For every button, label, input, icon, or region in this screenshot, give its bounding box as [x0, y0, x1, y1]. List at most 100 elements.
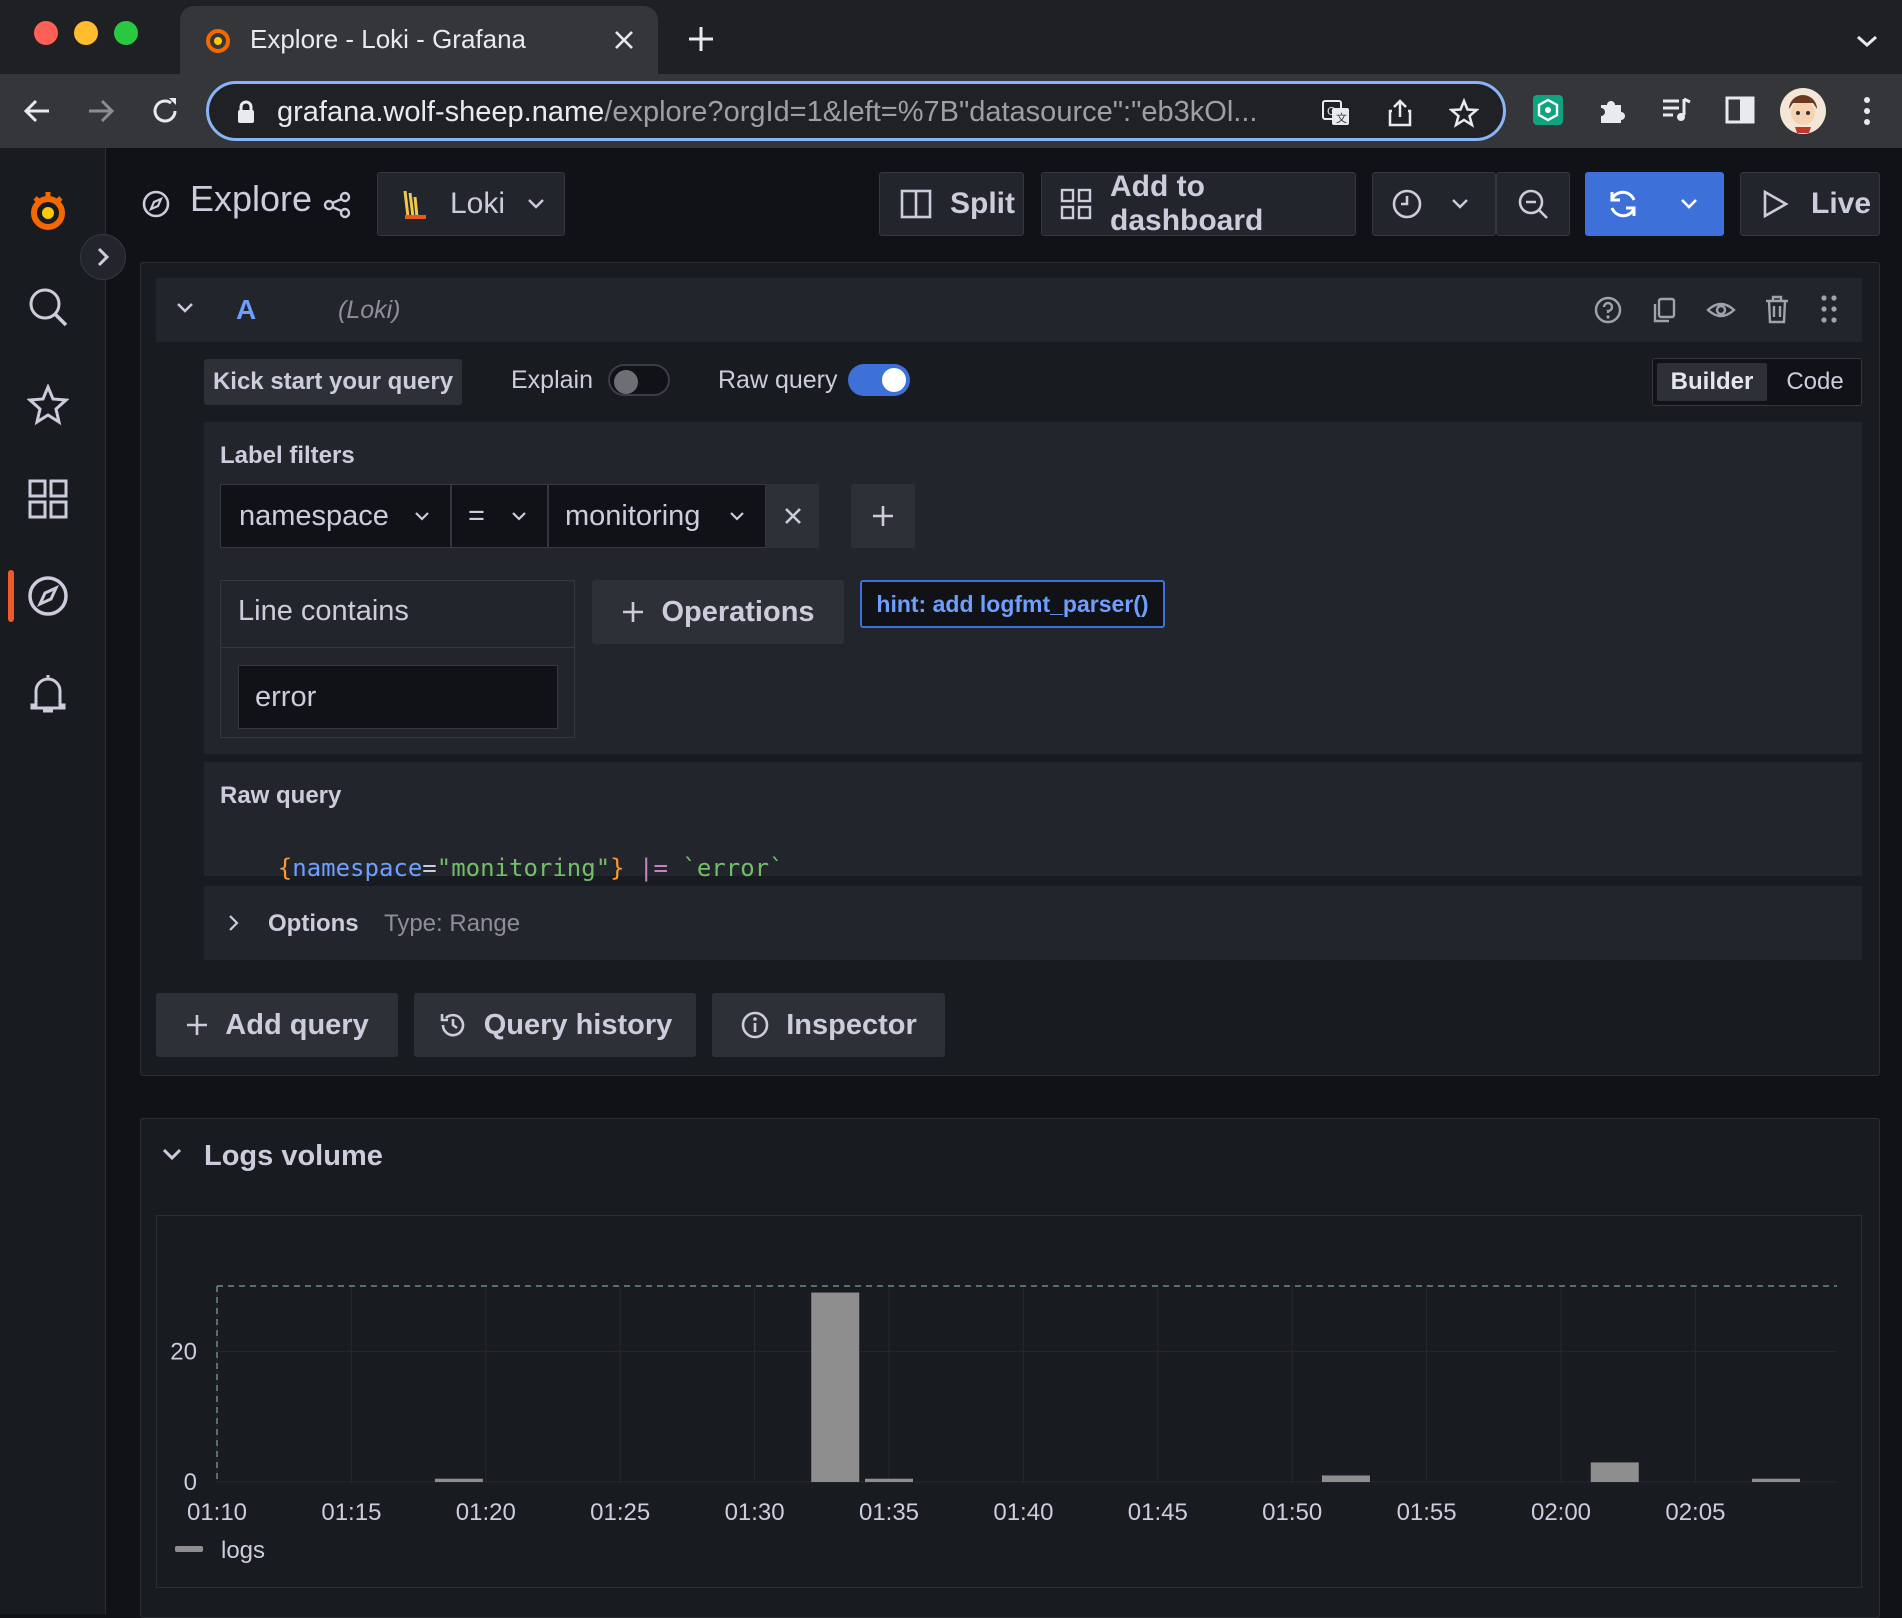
close-tab-icon[interactable]: [610, 26, 638, 54]
x-tick-label: 02:05: [1665, 1499, 1725, 1526]
split-columns-icon: [900, 188, 932, 220]
builder-mode-button[interactable]: Builder: [1657, 363, 1767, 401]
grafana-logo-icon[interactable]: [25, 188, 71, 234]
datasource-picker[interactable]: Loki: [377, 172, 565, 236]
logs-bar: [434, 1478, 483, 1482]
bookmark-star-icon[interactable]: [1447, 96, 1481, 130]
close-window-button[interactable]: [34, 21, 58, 45]
add-query-label: Add query: [225, 1008, 369, 1041]
delete-query-trash-icon[interactable]: [1764, 294, 1790, 324]
raw-query-toggle-label: Raw query: [718, 366, 838, 394]
play-icon: [1761, 189, 1789, 219]
datasource-name: Loki: [450, 187, 506, 220]
media-playlist-icon[interactable]: [1658, 92, 1694, 128]
history-icon: [438, 1010, 468, 1040]
collapse-query-chevron-icon[interactable]: [176, 302, 194, 314]
tab-title: Explore - Loki - Grafana: [250, 24, 527, 54]
logs-volume-chart: 01:10 01:15 01:20 01:25 01:30 01:35 01:40 01:45…: [170, 1285, 1837, 1564]
query-history-label: Query history: [483, 1008, 673, 1041]
chevron-down-icon: [527, 198, 545, 210]
hide-query-eye-icon[interactable]: [1706, 296, 1736, 324]
add-query-button[interactable]: Add query: [156, 993, 398, 1057]
x-tick-label: 01:10: [187, 1499, 247, 1526]
tab-search-chevron-icon[interactable]: [1852, 26, 1882, 56]
address-bar[interactable]: grafana.wolf-sheep.name/explore?orgId=1&…: [206, 81, 1506, 141]
lock-icon[interactable]: [233, 98, 259, 126]
time-range-picker[interactable]: [1372, 172, 1496, 236]
x-tick-label: 01:50: [1262, 1499, 1322, 1526]
code-mode-button[interactable]: Code: [1771, 363, 1859, 401]
collapse-logs-volume-icon[interactable]: [162, 1148, 182, 1162]
starred-icon[interactable]: [25, 382, 71, 428]
maximize-window-button[interactable]: [114, 21, 138, 45]
browser-toolbar: grafana.wolf-sheep.name/explore?orgId=1&…: [0, 74, 1902, 148]
url-text: grafana.wolf-sheep.name/explore?orgId=1&…: [277, 96, 1257, 129]
duplicate-query-icon[interactable]: [1650, 296, 1678, 324]
hint-button[interactable]: hint: add logfmt_parser(): [860, 580, 1165, 628]
options-label: Options: [268, 910, 359, 937]
chevron-down-icon: [414, 511, 430, 521]
browser-tab[interactable]: Explore - Loki - Grafana: [180, 6, 658, 74]
raw-query-toggle[interactable]: [848, 364, 910, 396]
inspector-button[interactable]: Inspector: [712, 993, 945, 1057]
add-operation-button[interactable]: Operations: [592, 580, 844, 644]
x-tick-label: 01:20: [456, 1499, 516, 1526]
chevron-down-icon: [1451, 198, 1469, 210]
logs-bar: [1321, 1475, 1370, 1482]
share-link-icon[interactable]: [320, 188, 354, 222]
builder-mode-label: Builder: [1670, 368, 1754, 395]
query-ref-id[interactable]: A: [236, 294, 256, 326]
url-path: /explore?orgId=1&left=%7B"datasource":"e…: [604, 96, 1258, 128]
live-button[interactable]: Live: [1740, 172, 1880, 236]
browser-menu-icon[interactable]: [1852, 92, 1882, 130]
logs-bar: [1590, 1462, 1639, 1482]
operator-select[interactable]: =: [451, 484, 548, 548]
chevron-down-icon[interactable]: [1680, 198, 1698, 210]
add-filter-button[interactable]: [851, 484, 915, 548]
value-select[interactable]: monitoring: [548, 484, 766, 548]
raw-query-toggle-knob: [882, 368, 906, 392]
line-contains-input[interactable]: error: [238, 665, 558, 729]
y-tick-label: 20: [170, 1338, 197, 1365]
help-icon[interactable]: [1594, 296, 1622, 324]
translate-icon[interactable]: G文: [1319, 96, 1353, 130]
drag-handle-icon[interactable]: [1820, 294, 1838, 324]
raw-val: "monitoring": [436, 854, 611, 882]
search-icon[interactable]: [25, 284, 71, 330]
split-button[interactable]: Split: [879, 172, 1024, 236]
x-tick-label: 01:45: [1128, 1499, 1188, 1526]
legend-label: logs: [221, 1537, 265, 1564]
logs-bar: [865, 1478, 913, 1482]
query-history-button[interactable]: Query history: [414, 993, 696, 1057]
explain-toggle[interactable]: [608, 364, 670, 396]
reload-icon[interactable]: [146, 92, 184, 130]
raw-pipe: |=: [639, 854, 668, 882]
extension-hexagon-icon[interactable]: [1530, 92, 1566, 128]
chevron-down-icon: [729, 511, 745, 521]
new-tab-icon[interactable]: [684, 22, 718, 56]
plus-icon: [871, 504, 895, 528]
minimize-window-button[interactable]: [74, 21, 98, 45]
back-icon[interactable]: [18, 92, 56, 130]
query-options-row[interactable]: Options Type: Range: [204, 886, 1862, 960]
profile-avatar[interactable]: [1780, 88, 1826, 134]
label-select[interactable]: namespace: [220, 484, 451, 548]
extensions-puzzle-icon[interactable]: [1594, 92, 1630, 128]
remove-filter-button[interactable]: [766, 484, 819, 548]
expand-sidebar-button[interactable]: [80, 234, 126, 280]
forward-icon[interactable]: [82, 92, 120, 130]
add-to-dashboard-button[interactable]: Add to dashboard: [1041, 170, 1356, 237]
share-page-icon[interactable]: [1383, 96, 1417, 130]
dashboards-icon[interactable]: [25, 476, 71, 522]
svg-text:文: 文: [1336, 111, 1347, 125]
zoom-out-button[interactable]: [1496, 172, 1570, 236]
add-to-dashboard-label: Add to dashboard: [1110, 170, 1264, 237]
alerting-bell-icon[interactable]: [25, 670, 71, 716]
x-tick-label: 01:30: [725, 1499, 785, 1526]
explore-compass-icon[interactable]: [25, 573, 71, 619]
kick-start-query-button[interactable]: Kick start your query: [204, 359, 462, 405]
inspector-label: Inspector: [786, 1008, 917, 1041]
run-query-button[interactable]: [1585, 172, 1724, 236]
side-panel-icon[interactable]: [1722, 92, 1758, 128]
options-type: Type: Range: [384, 910, 521, 937]
